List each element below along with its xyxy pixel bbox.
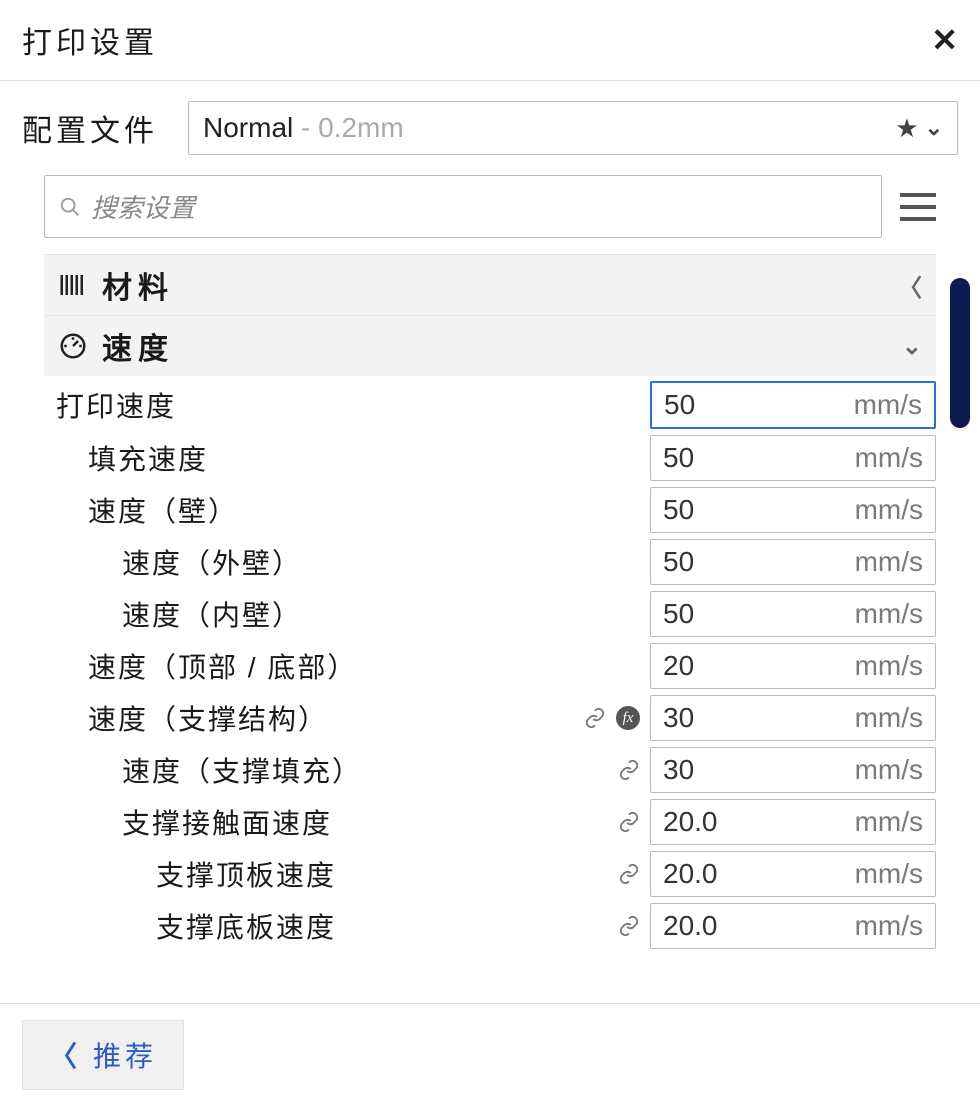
unit: mm/s xyxy=(855,910,923,942)
profile-icons: ★ ⌄ xyxy=(895,113,943,144)
close-icon[interactable]: ✕ xyxy=(931,21,958,59)
section-header-material[interactable]: 材料 〈 xyxy=(44,254,936,315)
search-row: 搜索设置 xyxy=(0,169,980,254)
window-title: 打印设置 xyxy=(22,18,158,62)
value: 30 xyxy=(663,754,694,786)
material-icon xyxy=(58,270,102,300)
unit: mm/s xyxy=(855,702,923,734)
chevron-left-icon: 〈 xyxy=(898,268,922,303)
profile-sep: - xyxy=(293,112,318,143)
value-field-support_infill_speed[interactable]: 30 mm/s xyxy=(650,747,936,793)
value: 50 xyxy=(663,546,694,578)
value: 50 xyxy=(663,494,694,526)
setting-label: 打印速度 xyxy=(44,385,640,425)
unit: mm/s xyxy=(854,389,922,421)
value-field-outer_wall_speed[interactable]: 50 mm/s xyxy=(650,539,936,585)
setting-label: 速度（支撑结构） xyxy=(44,698,584,738)
speed-settings-list: 打印速度 50 mm/s 填充速度 50 mm/s 速度（壁） 50 mm/s 速度（外壁） 50 m… xyxy=(44,378,936,952)
link-icon[interactable] xyxy=(618,915,640,937)
recommend-label: 推荐 xyxy=(93,1035,157,1075)
fx-icon[interactable]: fx xyxy=(616,706,640,730)
unit: mm/s xyxy=(855,442,923,474)
search-input[interactable]: 搜索设置 xyxy=(44,175,882,238)
setting-label: 支撑底板速度 xyxy=(44,906,618,946)
chevron-down-icon: ⌄ xyxy=(902,332,922,361)
chevron-left-icon: 〈 xyxy=(49,1035,81,1075)
section-title-speed: 速度 xyxy=(102,324,902,368)
unit: mm/s xyxy=(855,806,923,838)
unit: mm/s xyxy=(855,754,923,786)
setting-row-support_interface_speed: 支撑接触面速度 20.0 mm/s xyxy=(44,796,936,848)
row-icons: fx xyxy=(584,706,650,730)
setting-row-inner_wall_speed: 速度（内壁） 50 mm/s xyxy=(44,588,936,640)
value-field-support_interface_speed[interactable]: 20.0 mm/s xyxy=(650,799,936,845)
setting-label: 速度（内壁） xyxy=(44,594,640,634)
value-field-support_roof_speed[interactable]: 20.0 mm/s xyxy=(650,851,936,897)
setting-row-wall_speed: 速度（壁） 50 mm/s xyxy=(44,484,936,536)
value-field-top_bottom_speed[interactable]: 20 mm/s xyxy=(650,643,936,689)
profile-detail: 0.2mm xyxy=(318,112,404,143)
setting-label: 速度（支撑填充） xyxy=(44,750,618,790)
profile-name: Normal xyxy=(203,112,293,143)
profile-select[interactable]: Normal - 0.2mm ★ ⌄ xyxy=(188,101,958,155)
setting-row-support_infill_speed: 速度（支撑填充） 30 mm/s xyxy=(44,744,936,796)
scrollbar[interactable] xyxy=(950,278,970,428)
unit: mm/s xyxy=(855,858,923,890)
value: 50 xyxy=(663,598,694,630)
section-title-material: 材料 xyxy=(102,263,898,307)
setting-label: 速度（壁） xyxy=(44,490,640,530)
link-icon[interactable] xyxy=(618,863,640,885)
chevron-down-icon[interactable]: ⌄ xyxy=(925,115,943,141)
link-icon[interactable] xyxy=(584,707,606,729)
profile-label: 配置文件 xyxy=(22,106,158,150)
gauge-icon xyxy=(58,331,102,361)
setting-label: 速度（外壁） xyxy=(44,542,640,582)
value: 20.0 xyxy=(663,858,718,890)
row-icons xyxy=(618,811,650,833)
setting-row-support_floor_speed: 支撑底板速度 20.0 mm/s xyxy=(44,900,936,952)
hamburger-icon[interactable] xyxy=(900,193,936,221)
setting-label: 支撑顶板速度 xyxy=(44,854,618,894)
value: 50 xyxy=(663,442,694,474)
value: 50 xyxy=(664,389,695,421)
settings-container: 材料 〈 速度 ⌄ 打印速度 50 mm/s 填充速度 50 mm/s 速度（壁） 50 mm/… xyxy=(0,254,980,952)
setting-label: 支撑接触面速度 xyxy=(44,802,618,842)
value: 20.0 xyxy=(663,910,718,942)
value: 20 xyxy=(663,650,694,682)
row-icons xyxy=(618,759,650,781)
value-field-inner_wall_speed[interactable]: 50 mm/s xyxy=(650,591,936,637)
value: 30 xyxy=(663,702,694,734)
row-icons xyxy=(618,863,650,885)
unit: mm/s xyxy=(855,650,923,682)
setting-row-top_bottom_speed: 速度（顶部 / 底部） 20 mm/s xyxy=(44,640,936,692)
row-icons xyxy=(618,915,650,937)
link-icon[interactable] xyxy=(618,759,640,781)
link-icon[interactable] xyxy=(618,811,640,833)
value-field-support_floor_speed[interactable]: 20.0 mm/s xyxy=(650,903,936,949)
setting-row-support_roof_speed: 支撑顶板速度 20.0 mm/s xyxy=(44,848,936,900)
value-field-print_speed[interactable]: 50 mm/s xyxy=(650,381,936,429)
recommend-button[interactable]: 〈 推荐 xyxy=(22,1020,184,1090)
setting-row-outer_wall_speed: 速度（外壁） 50 mm/s xyxy=(44,536,936,588)
unit: mm/s xyxy=(855,598,923,630)
value: 20.0 xyxy=(663,806,718,838)
search-icon xyxy=(59,196,81,218)
profile-row: 配置文件 Normal - 0.2mm ★ ⌄ xyxy=(0,81,980,169)
setting-row-infill_speed: 填充速度 50 mm/s xyxy=(44,432,936,484)
unit: mm/s xyxy=(855,494,923,526)
profile-text: Normal - 0.2mm xyxy=(203,112,404,144)
header: 打印设置 ✕ xyxy=(0,0,980,81)
value-field-infill_speed[interactable]: 50 mm/s xyxy=(650,435,936,481)
value-field-wall_speed[interactable]: 50 mm/s xyxy=(650,487,936,533)
setting-row-print_speed: 打印速度 50 mm/s xyxy=(44,378,936,432)
setting-row-support_speed: 速度（支撑结构） fx 30 mm/s xyxy=(44,692,936,744)
setting-label: 速度（顶部 / 底部） xyxy=(44,646,640,686)
section-header-speed[interactable]: 速度 ⌄ xyxy=(44,315,936,376)
setting-label: 填充速度 xyxy=(44,438,640,478)
search-placeholder: 搜索设置 xyxy=(91,188,195,225)
value-field-support_speed[interactable]: 30 mm/s xyxy=(650,695,936,741)
star-icon[interactable]: ★ xyxy=(895,113,918,144)
footer: 〈 推荐 xyxy=(0,1003,980,1112)
unit: mm/s xyxy=(855,546,923,578)
